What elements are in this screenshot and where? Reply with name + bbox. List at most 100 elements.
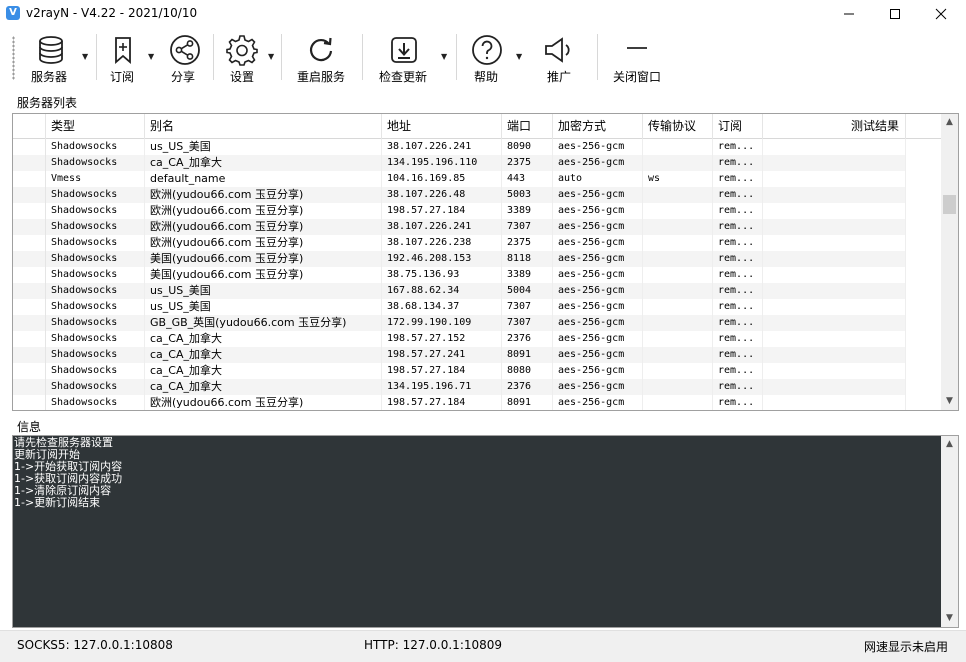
cell-port: 2376 [502, 379, 553, 395]
table-row[interactable]: Shadowsocks 欧洲(yudou66.com 玉豆分享) 198.57.27… [13, 203, 943, 219]
row-header[interactable] [13, 395, 46, 410]
cell-test-result [763, 187, 906, 203]
scroll-thumb[interactable] [943, 195, 956, 214]
scroll-down-arrow-icon[interactable]: ▼ [941, 393, 958, 410]
table-row[interactable]: Shadowsocks 欧洲(yudou66.com 玉豆分享) 38.107.22… [13, 235, 943, 251]
row-header[interactable] [13, 347, 46, 363]
cell-subscription: rem... [713, 219, 763, 235]
settings-dropdown-icon[interactable]: ▼ [268, 52, 274, 61]
servers-button[interactable]: ▼ 服务器 [28, 32, 90, 86]
table-row[interactable]: Shadowsocks us_US_美国 38.107.226.241 8090 aes… [13, 139, 943, 155]
minimize-button[interactable] [826, 0, 872, 28]
row-header[interactable] [13, 283, 46, 299]
cell-encryption: aes-256-gcm [553, 219, 643, 235]
cell-port: 8080 [502, 363, 553, 379]
table-row[interactable]: Shadowsocks ca_CA_加拿大 198.57.27.241 8091 aes… [13, 347, 943, 363]
table-row[interactable]: Shadowsocks ca_CA_加拿大 198.57.27.184 8080 aes… [13, 363, 943, 379]
table-row[interactable]: Shadowsocks ca_CA_加拿大 134.195.196.110 2375 a… [13, 155, 943, 171]
row-header[interactable] [13, 379, 46, 395]
row-header[interactable] [13, 235, 46, 251]
column-header-test-result[interactable]: 测试结果 [763, 114, 906, 139]
subscription-label: 订阅 [110, 70, 135, 84]
row-header[interactable] [13, 139, 46, 155]
scroll-down-arrow-icon[interactable]: ▼ [941, 610, 958, 627]
cell-test-result [763, 251, 906, 267]
bookmark-add-icon [115, 37, 131, 64]
cell-type: Shadowsocks [46, 299, 145, 315]
row-header[interactable] [13, 187, 46, 203]
cell-encryption: aes-256-gcm [553, 139, 643, 155]
row-header[interactable] [13, 203, 46, 219]
cell-address: 38.107.226.241 [382, 139, 502, 155]
info-log[interactable]: 请先检查服务器设置 更新订阅开始 1->开始获取订阅内容 1->获取订阅内容成功 1->… [12, 435, 959, 628]
restart-service-button[interactable]: 重启服务 [292, 32, 350, 86]
servers-dropdown-icon[interactable]: ▼ [82, 52, 88, 61]
cell-test-result [763, 171, 906, 187]
column-header-port[interactable]: 端口 [502, 114, 553, 139]
refresh-icon [309, 37, 333, 62]
cell-type: Shadowsocks [46, 347, 145, 363]
cell-port: 7307 [502, 315, 553, 331]
subscription-dropdown-icon[interactable]: ▼ [148, 52, 154, 61]
row-header[interactable] [13, 155, 46, 171]
cell-alias: ca_CA_加拿大 [145, 331, 382, 347]
row-header[interactable] [13, 363, 46, 379]
check-update-button[interactable]: ▼ 检查更新 [374, 32, 454, 86]
column-header-type[interactable]: 类型 [46, 114, 145, 139]
toolbar-grip[interactable] [12, 36, 15, 80]
row-header[interactable] [13, 331, 46, 347]
share-button[interactable]: 分享 [164, 32, 206, 86]
scroll-up-arrow-icon[interactable]: ▲ [941, 436, 958, 453]
column-header-encryption[interactable]: 加密方式 [553, 114, 643, 139]
table-row[interactable]: Vmess default_name 104.16.169.85 443 auto ws r… [13, 171, 943, 187]
table-row[interactable]: Shadowsocks us_US_美国 167.88.62.34 5004 aes-2… [13, 283, 943, 299]
table-row[interactable]: Shadowsocks 欧洲(yudou66.com 玉豆分享) 38.107.22… [13, 187, 943, 203]
help-dropdown-icon[interactable]: ▼ [516, 52, 522, 61]
cell-type: Shadowsocks [46, 331, 145, 347]
cell-port: 5004 [502, 283, 553, 299]
info-log-scrollbar[interactable]: ▲ ▼ [941, 436, 958, 627]
cell-encryption: auto [553, 171, 643, 187]
promotion-button[interactable]: 推广 [540, 32, 582, 86]
help-button[interactable]: ▼ 帮助 [468, 32, 524, 86]
row-header[interactable] [13, 267, 46, 283]
table-row[interactable]: Shadowsocks 美国(yudou66.com 玉豆分享) 38.75.136… [13, 267, 943, 283]
column-header-subscription[interactable]: 订阅 [713, 114, 763, 139]
cell-subscription: rem... [713, 267, 763, 283]
cell-subscription: rem... [713, 139, 763, 155]
maximize-button[interactable] [872, 0, 918, 28]
table-row[interactable]: Shadowsocks us_US_美国 38.68.134.37 7307 aes-2… [13, 299, 943, 315]
cell-transport [643, 331, 713, 347]
table-row[interactable]: Shadowsocks 美国(yudou66.com 玉豆分享) 192.46.20… [13, 251, 943, 267]
server-list-scrollbar[interactable]: ▲ ▼ [941, 114, 958, 410]
cell-port: 2375 [502, 235, 553, 251]
cell-address: 104.16.169.85 [382, 171, 502, 187]
cell-type: Shadowsocks [46, 155, 145, 171]
row-header[interactable] [13, 219, 46, 235]
servers-label: 服务器 [31, 70, 68, 84]
column-header-transport[interactable]: 传输协议 [643, 114, 713, 139]
server-list[interactable]: 类型 别名 地址 端口 加密方式 传输协议 订阅 测试结果 Shadowsock… [12, 113, 959, 411]
close-window-button[interactable]: 关闭窗口 [608, 32, 666, 86]
row-header[interactable] [13, 251, 46, 267]
column-header-alias[interactable]: 别名 [145, 114, 382, 139]
row-header[interactable] [13, 315, 46, 331]
scroll-up-arrow-icon[interactable]: ▲ [941, 114, 958, 131]
table-row[interactable]: Shadowsocks ca_CA_加拿大 198.57.27.152 2376 aes… [13, 331, 943, 347]
maximize-icon [890, 9, 900, 19]
close-button[interactable] [918, 0, 964, 28]
table-row[interactable]: Shadowsocks GB_GB_英国(yudou66.com 玉豆分享) 172… [13, 315, 943, 331]
check-update-dropdown-icon[interactable]: ▼ [441, 52, 447, 61]
help-label: 帮助 [474, 70, 499, 84]
table-row[interactable]: Shadowsocks 欧洲(yudou66.com 玉豆分享) 198.57.27… [13, 395, 943, 410]
row-header[interactable] [13, 299, 46, 315]
subscription-button[interactable]: ▼ 订阅 [104, 32, 156, 86]
settings-button[interactable]: ▼ 设置 [222, 32, 274, 86]
column-header-address[interactable]: 地址 [382, 114, 502, 139]
cell-port: 443 [502, 171, 553, 187]
table-row[interactable]: Shadowsocks 欧洲(yudou66.com 玉豆分享) 38.107.22… [13, 219, 943, 235]
row-header[interactable] [13, 171, 46, 187]
cell-address: 198.57.27.184 [382, 203, 502, 219]
cell-subscription: rem... [713, 331, 763, 347]
table-row[interactable]: Shadowsocks ca_CA_加拿大 134.195.196.71 2376 ae… [13, 379, 943, 395]
